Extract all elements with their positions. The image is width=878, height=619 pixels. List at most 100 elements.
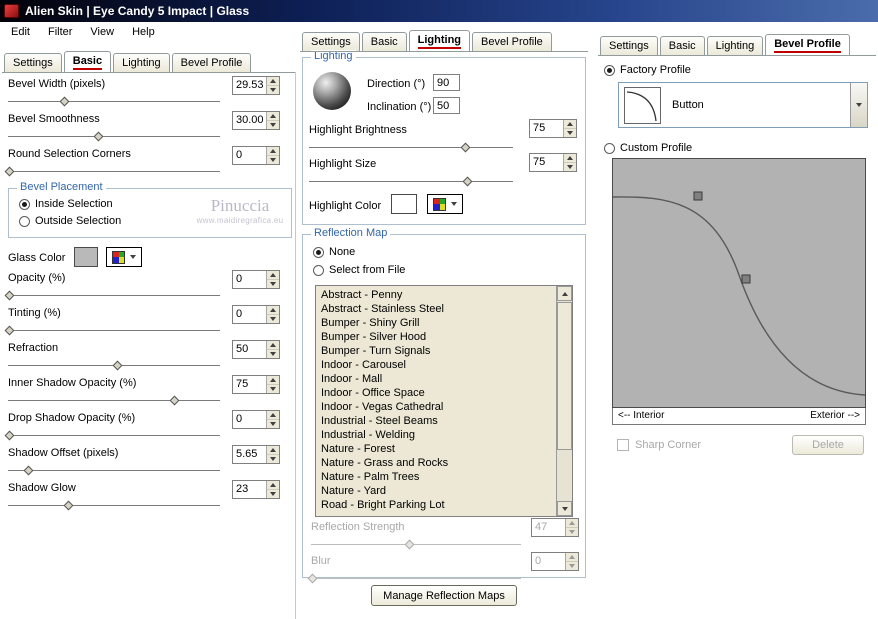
- spin-down-button[interactable]: [267, 350, 279, 358]
- spin-value[interactable]: 0: [233, 411, 266, 428]
- list-item[interactable]: Indoor - Office Space: [316, 386, 555, 400]
- slider-track[interactable]: [8, 400, 220, 401]
- reflection-file-radio[interactable]: [313, 265, 324, 276]
- title-bar[interactable]: Alien Skin | Eye Candy 5 Impact | Glass: [0, 0, 878, 22]
- spin-value[interactable]: 50: [233, 341, 266, 358]
- slider-track[interactable]: [8, 435, 220, 436]
- list-item[interactable]: Bumper - Silver Hood: [316, 330, 555, 344]
- slider-thumb[interactable]: [4, 430, 15, 441]
- slider-track[interactable]: [309, 147, 513, 148]
- reflection-none-radio[interactable]: [313, 247, 324, 258]
- drop-shadow-spinbox[interactable]: 0: [232, 410, 280, 429]
- bevel-width-spinbox[interactable]: 29.53: [232, 76, 280, 95]
- spin-value[interactable]: 23: [233, 481, 266, 498]
- spin-down-button[interactable]: [267, 420, 279, 428]
- slider-thumb[interactable]: [93, 131, 104, 142]
- list-item[interactable]: Bumper - Shiny Grill: [316, 316, 555, 330]
- reflection-none-label[interactable]: None: [329, 246, 355, 258]
- list-item[interactable]: Nature - Forest: [316, 442, 555, 456]
- list-item[interactable]: Road - Bright Parking Lot: [316, 498, 555, 512]
- spin-up-button[interactable]: [267, 306, 279, 315]
- custom-profile-label[interactable]: Custom Profile: [620, 142, 692, 154]
- slider-track[interactable]: [8, 171, 220, 172]
- spin-value[interactable]: 0: [233, 306, 266, 323]
- spin-down-button[interactable]: [564, 129, 576, 137]
- spin-down-button[interactable]: [267, 490, 279, 498]
- tab-basic[interactable]: Basic: [63, 51, 112, 72]
- tab-settings[interactable]: Settings: [302, 32, 360, 51]
- list-item[interactable]: Industrial - Steel Beams: [316, 414, 555, 428]
- list-item[interactable]: Nature - Grass and Rocks: [316, 456, 555, 470]
- spin-down-button[interactable]: [267, 121, 279, 129]
- slider-track[interactable]: [8, 470, 220, 471]
- list-item[interactable]: Indoor - Mall: [316, 372, 555, 386]
- opacity-spinbox[interactable]: 0: [232, 270, 280, 289]
- spin-down-button[interactable]: [267, 385, 279, 393]
- curve-handle[interactable]: [741, 274, 751, 284]
- combo-dropdown-button[interactable]: [850, 83, 867, 127]
- spin-down-button[interactable]: [267, 156, 279, 164]
- list-item[interactable]: Abstract - Stainless Steel: [316, 302, 555, 316]
- spin-down-button[interactable]: [267, 280, 279, 288]
- slider-thumb[interactable]: [23, 465, 34, 476]
- spin-down-button[interactable]: [564, 163, 576, 171]
- highlight-color-picker-button[interactable]: [427, 194, 463, 214]
- slider-thumb[interactable]: [4, 325, 15, 336]
- menu-help[interactable]: Help: [123, 24, 164, 42]
- glass-color-swatch[interactable]: [74, 247, 98, 267]
- spin-up-button[interactable]: [564, 154, 576, 163]
- spin-down-button[interactable]: [267, 315, 279, 323]
- spin-value[interactable]: 29.53: [233, 77, 266, 94]
- factory-profile-label[interactable]: Factory Profile: [620, 64, 691, 76]
- tab-bevel-profile[interactable]: Bevel Profile: [472, 32, 552, 51]
- spin-value[interactable]: 5.65: [233, 446, 266, 463]
- spin-value[interactable]: 30.00: [233, 112, 266, 129]
- slider-track[interactable]: [8, 330, 220, 331]
- tab-basic[interactable]: Basic: [361, 32, 407, 51]
- spin-up-button[interactable]: [267, 147, 279, 156]
- tab-lighting[interactable]: Lighting: [408, 30, 471, 51]
- spin-value[interactable]: 0: [233, 271, 266, 288]
- glass-color-picker-button[interactable]: [106, 247, 142, 267]
- inside-selection-radio[interactable]: [19, 199, 30, 210]
- outside-selection-label[interactable]: Outside Selection: [35, 215, 121, 227]
- spin-up-button[interactable]: [267, 446, 279, 455]
- bevel-smoothness-spinbox[interactable]: 30.00: [232, 111, 280, 130]
- slider-thumb[interactable]: [460, 142, 471, 153]
- spin-down-button[interactable]: [267, 86, 279, 94]
- list-item[interactable]: Indoor - Vegas Cathedral: [316, 400, 555, 414]
- spin-value[interactable]: 75: [530, 154, 563, 171]
- shadow-offset-spinbox[interactable]: 5.65: [232, 445, 280, 464]
- factory-profile-radio[interactable]: [604, 65, 615, 76]
- custom-profile-radio[interactable]: [604, 143, 615, 154]
- tab-settings[interactable]: Settings: [4, 53, 62, 72]
- list-item[interactable]: Nature - Palm Trees: [316, 470, 555, 484]
- slider-track[interactable]: [309, 181, 513, 182]
- slider-track[interactable]: [8, 101, 220, 102]
- list-item[interactable]: Industrial - Welding: [316, 428, 555, 442]
- factory-profile-combo[interactable]: Button: [618, 82, 868, 128]
- curve-handle[interactable]: [693, 191, 703, 201]
- spin-value[interactable]: 75: [530, 120, 563, 137]
- slider-thumb[interactable]: [59, 96, 70, 107]
- list-item[interactable]: Indoor - Carousel: [316, 358, 555, 372]
- list-item[interactable]: Nature - Yard: [316, 484, 555, 498]
- spin-up-button[interactable]: [267, 376, 279, 385]
- spin-up-button[interactable]: [267, 411, 279, 420]
- slider-thumb[interactable]: [64, 500, 74, 511]
- slider-track[interactable]: [8, 505, 220, 506]
- manage-reflection-maps-button[interactable]: Manage Reflection Maps: [371, 585, 517, 606]
- spin-up-button[interactable]: [267, 341, 279, 350]
- bevel-profile-curve-editor[interactable]: [612, 158, 866, 408]
- tab-basic[interactable]: Basic: [659, 36, 705, 55]
- spin-down-button[interactable]: [267, 455, 279, 463]
- spin-value[interactable]: 0: [233, 147, 266, 164]
- scroll-down-button[interactable]: [557, 501, 572, 516]
- list-scrollbar[interactable]: [556, 286, 572, 516]
- refraction-spinbox[interactable]: 50: [232, 340, 280, 359]
- outside-selection-radio[interactable]: [19, 216, 30, 227]
- inclination-input[interactable]: 50: [433, 97, 460, 114]
- slider-thumb[interactable]: [462, 176, 473, 187]
- spin-value[interactable]: 75: [233, 376, 266, 393]
- spin-up-button[interactable]: [267, 112, 279, 121]
